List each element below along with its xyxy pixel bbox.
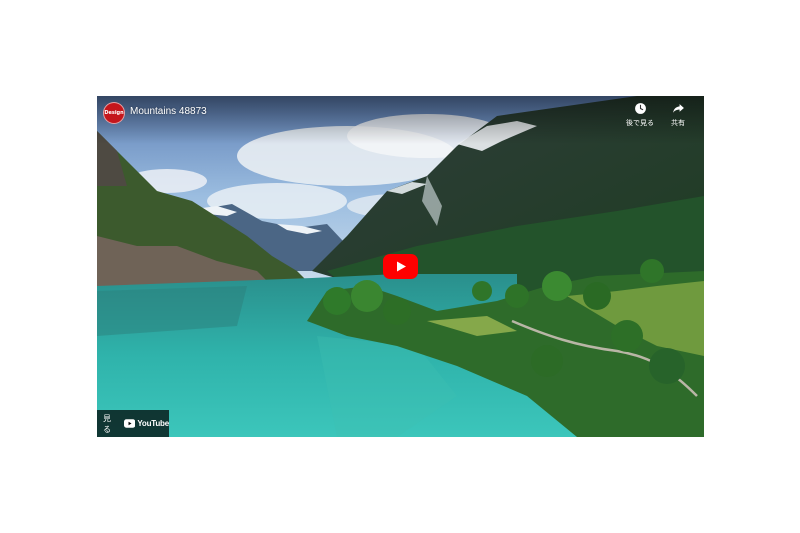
watch-on-youtube-button[interactable]: 見る YouTube [97,410,169,437]
embedded-video-player[interactable]: Design Mountains 48873 後で見る 共有 見る YouTub… [97,96,704,437]
channel-avatar[interactable]: Design [103,102,125,124]
youtube-wordmark: YouTube [137,419,169,428]
top-overlay [97,96,704,144]
play-button[interactable] [383,254,418,279]
youtube-logo-icon [124,419,136,428]
share-arrow-icon [672,104,684,113]
channel-avatar-text: Design [104,110,124,116]
watch-later-button[interactable]: 後で見る [626,102,654,128]
watch-label: 見る [103,413,111,434]
watch-later-label: 後で見る [626,119,654,127]
share-button[interactable]: 共有 [671,102,685,128]
share-label: 共有 [671,119,685,127]
clock-icon [634,103,646,114]
video-title[interactable]: Mountains 48873 [130,106,207,117]
